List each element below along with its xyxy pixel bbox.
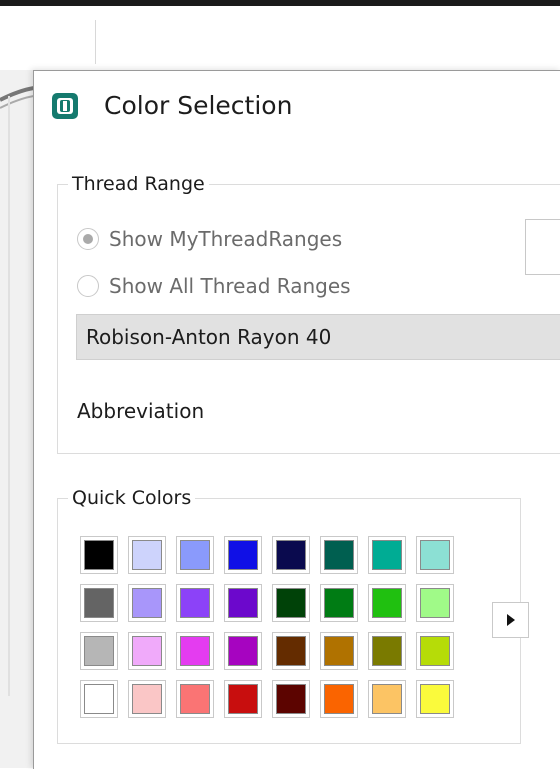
swatch-fill: [372, 636, 402, 666]
swatch-fill: [180, 684, 210, 714]
color-swatch[interactable]: [368, 584, 406, 622]
swatch-fill: [420, 588, 450, 618]
radio-button[interactable]: [77, 275, 99, 297]
color-swatch[interactable]: [176, 680, 214, 718]
swatch-fill: [132, 636, 162, 666]
thread-range-select[interactable]: Robison-Anton Rayon 40: [76, 314, 560, 360]
background-line: [8, 96, 10, 696]
color-swatch[interactable]: [320, 536, 358, 574]
color-swatch[interactable]: [80, 536, 118, 574]
radio-show-my-thread-ranges[interactable]: Show MyThreadRanges: [77, 224, 342, 254]
swatch-fill: [228, 540, 258, 570]
window-top-edge: [0, 0, 560, 6]
triangle-right-icon: [506, 614, 515, 626]
color-selection-dialog: Color Selection Thread Range Show MyThre…: [33, 70, 560, 769]
color-swatch[interactable]: [320, 584, 358, 622]
swatch-fill: [324, 636, 354, 666]
color-swatch[interactable]: [272, 536, 310, 574]
more-colors-button[interactable]: [492, 602, 529, 638]
swatch-fill: [228, 636, 258, 666]
color-swatch[interactable]: [224, 584, 262, 622]
color-swatch[interactable]: [80, 680, 118, 718]
swatch-fill: [372, 684, 402, 714]
swatch-fill: [132, 684, 162, 714]
color-swatch[interactable]: [80, 584, 118, 622]
color-swatch[interactable]: [416, 584, 454, 622]
radio-selected-dot: [83, 234, 93, 244]
swatch-fill: [420, 636, 450, 666]
color-swatch[interactable]: [128, 536, 166, 574]
swatch-fill: [180, 636, 210, 666]
swatch-fill: [132, 588, 162, 618]
color-swatch[interactable]: [272, 632, 310, 670]
swatch-fill: [372, 588, 402, 618]
swatch-fill: [180, 588, 210, 618]
side-panel-box: [525, 219, 560, 275]
radio-show-all-thread-ranges[interactable]: Show All Thread Ranges: [77, 271, 351, 301]
swatch-fill: [276, 684, 306, 714]
color-swatch[interactable]: [224, 680, 262, 718]
thread-spool-icon: [52, 93, 78, 119]
color-swatch[interactable]: [368, 632, 406, 670]
color-swatch[interactable]: [128, 584, 166, 622]
color-swatch[interactable]: [368, 536, 406, 574]
radio-button[interactable]: [77, 228, 99, 250]
abbreviation-label: Abbreviation: [77, 399, 205, 423]
swatch-fill: [420, 540, 450, 570]
swatch-fill: [84, 636, 114, 666]
color-swatch[interactable]: [176, 584, 214, 622]
swatch-fill: [84, 540, 114, 570]
color-swatch[interactable]: [416, 680, 454, 718]
radio-label: Show MyThreadRanges: [109, 227, 343, 251]
swatch-fill: [420, 684, 450, 714]
swatch-fill: [228, 588, 258, 618]
background-curve: [0, 86, 34, 109]
swatch-fill: [228, 684, 258, 714]
color-swatch[interactable]: [320, 632, 358, 670]
background-divider: [95, 20, 96, 64]
color-swatch[interactable]: [128, 680, 166, 718]
color-swatch[interactable]: [176, 536, 214, 574]
swatch-fill: [324, 588, 354, 618]
swatch-fill: [132, 540, 162, 570]
swatch-fill: [276, 636, 306, 666]
swatch-fill: [180, 540, 210, 570]
thread-range-title: Thread Range: [68, 172, 209, 196]
swatch-fill: [276, 588, 306, 618]
radio-label: Show All Thread Ranges: [109, 274, 351, 298]
dialog-title: Color Selection: [104, 91, 293, 120]
swatch-fill: [276, 540, 306, 570]
quick-colors-title: Quick Colors: [68, 486, 196, 510]
swatch-fill: [372, 540, 402, 570]
color-swatch[interactable]: [272, 680, 310, 718]
color-swatch[interactable]: [320, 680, 358, 718]
color-swatch[interactable]: [224, 632, 262, 670]
color-swatch[interactable]: [368, 680, 406, 718]
swatch-fill: [324, 540, 354, 570]
swatch-fill: [84, 588, 114, 618]
color-swatch[interactable]: [416, 632, 454, 670]
swatch-fill: [84, 684, 114, 714]
color-swatch[interactable]: [80, 632, 118, 670]
swatch-fill: [324, 684, 354, 714]
color-swatch[interactable]: [128, 632, 166, 670]
color-swatch[interactable]: [416, 536, 454, 574]
background-panel: [0, 70, 34, 768]
color-swatch[interactable]: [272, 584, 310, 622]
color-swatch[interactable]: [224, 536, 262, 574]
color-swatch[interactable]: [176, 632, 214, 670]
